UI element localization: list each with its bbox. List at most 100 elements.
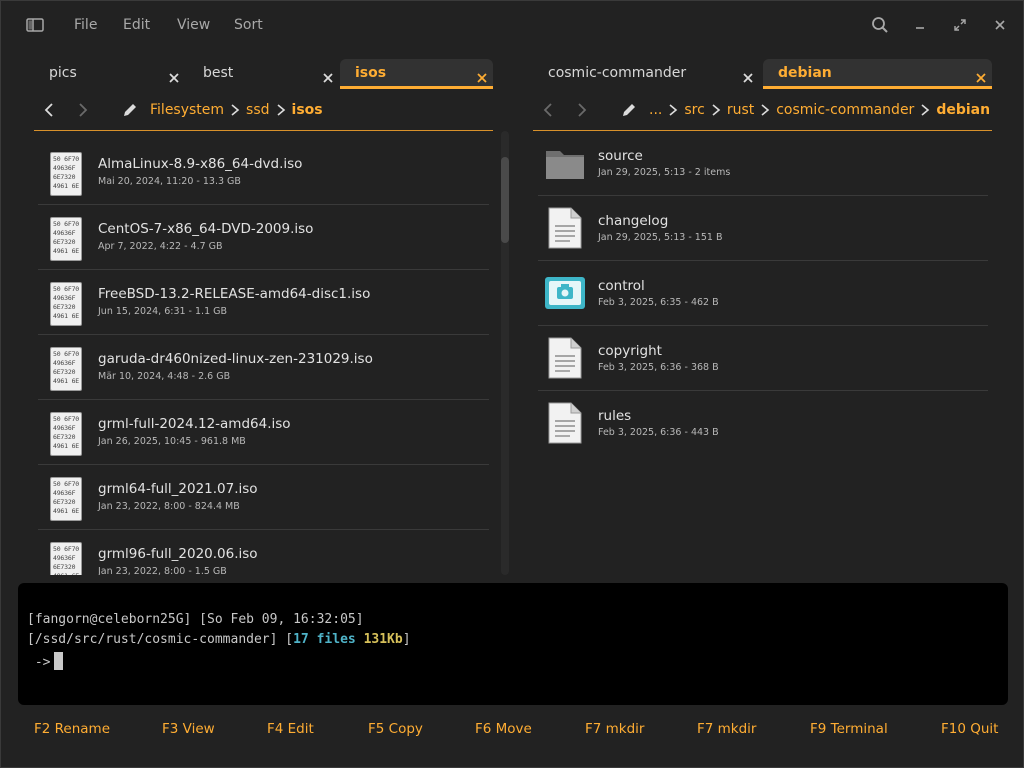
disc-image-file-icon: 50 6F7049636F6E73204961 6E bbox=[50, 217, 82, 261]
f10-quit-button[interactable]: F10 Quit bbox=[941, 721, 998, 737]
f7-mkdir-button-2[interactable]: F7 mkdir bbox=[697, 721, 756, 737]
icon-text: 50 6F70 bbox=[53, 220, 79, 228]
file-meta: Mai 20, 2024, 11:20 - 13.3 GB bbox=[98, 176, 241, 187]
breadcrumb-item[interactable]: ssd bbox=[246, 102, 269, 118]
file-row[interactable]: 50 6F70 49636F 6E7320 4961 6E grml64-full_20… bbox=[38, 465, 489, 530]
edit-path-icon[interactable] bbox=[121, 101, 139, 119]
breadcrumb-item[interactable]: ... bbox=[649, 102, 662, 118]
menu-edit[interactable]: Edit bbox=[123, 15, 150, 35]
file-name: changelog bbox=[598, 213, 669, 229]
icon-text: 50 6F70 bbox=[53, 285, 79, 293]
file-name: FreeBSD-13.2-RELEASE-amd64-disc1.iso bbox=[98, 286, 371, 302]
file-name: grml64-full_2021.07.iso bbox=[98, 481, 258, 497]
back-icon[interactable] bbox=[540, 101, 558, 119]
terminal[interactable]: [fangorn@celeborn25G] [So Feb 09, 16:32:… bbox=[18, 583, 1008, 705]
icon-text: 4961 6E bbox=[53, 312, 79, 320]
tab-pics[interactable]: pics bbox=[34, 59, 185, 89]
file-row[interactable]: 50 6F70 49636F 6E7320 4961 6E AlmaLinux-8.9-… bbox=[38, 141, 489, 205]
close-tab-icon[interactable] bbox=[167, 67, 181, 83]
right-tab-bar: cosmic-commander debian bbox=[533, 59, 992, 89]
file-row[interactable]: copyright Feb 3, 2025, 6:36 - 368 B bbox=[538, 326, 988, 391]
right-file-list: source Jan 29, 2025, 5:13 - 2 items change… bbox=[538, 131, 988, 451]
file-meta: Jan 23, 2022, 8:00 - 1.5 GB bbox=[98, 566, 227, 575]
tab-cosmic-commander[interactable]: cosmic-commander bbox=[533, 59, 759, 89]
file-name: grml-full-2024.12-amd64.iso bbox=[98, 416, 291, 432]
disc-image-file-icon: 50 6F7049636F6E73204961 6E bbox=[50, 542, 82, 575]
tab-best[interactable]: best bbox=[188, 59, 339, 89]
close-tab-icon[interactable] bbox=[321, 67, 335, 83]
icon-text: 49636F bbox=[53, 489, 76, 497]
maximize-icon[interactable] bbox=[950, 15, 970, 35]
back-icon[interactable] bbox=[41, 101, 59, 119]
text-file-icon bbox=[544, 206, 586, 250]
close-window-icon[interactable] bbox=[990, 15, 1010, 35]
breadcrumb-item[interactable]: cosmic-commander bbox=[776, 102, 914, 118]
menu-file[interactable]: File bbox=[74, 15, 97, 35]
search-icon[interactable] bbox=[870, 15, 890, 35]
tab-debian[interactable]: debian bbox=[763, 59, 992, 89]
f7-mkdir-button[interactable]: F7 mkdir bbox=[585, 721, 644, 737]
tab-label: best bbox=[203, 65, 234, 81]
breadcrumb-item[interactable]: debian bbox=[936, 102, 990, 118]
breadcrumb-item[interactable]: Filesystem bbox=[150, 102, 224, 118]
file-meta: Jan 29, 2025, 5:13 - 151 B bbox=[598, 232, 723, 243]
icon-text: 6E7320 bbox=[53, 498, 76, 506]
f2-rename-button[interactable]: F2 Rename bbox=[34, 721, 110, 737]
f9-terminal-button[interactable]: F9 Terminal bbox=[810, 721, 888, 737]
close-tab-icon[interactable] bbox=[974, 67, 988, 83]
f6-move-button[interactable]: F6 Move bbox=[475, 721, 532, 737]
file-row[interactable]: 50 6F70 49636F 6E7320 4961 6E FreeBSD-13.2-R… bbox=[38, 270, 489, 335]
file-row[interactable]: changelog Jan 29, 2025, 5:13 - 151 B bbox=[538, 196, 988, 261]
icon-text: 50 6F70 bbox=[53, 350, 79, 358]
forward-icon[interactable] bbox=[73, 101, 91, 119]
file-row[interactable]: 50 6F70 49636F 6E7320 4961 6E garuda-dr460ni… bbox=[38, 335, 489, 400]
file-row[interactable]: control Feb 3, 2025, 6:35 - 462 B bbox=[538, 261, 988, 326]
icon-text: 4961 6E bbox=[53, 182, 79, 190]
folder-icon bbox=[544, 141, 586, 185]
close-tab-icon[interactable] bbox=[741, 67, 755, 83]
icon-text: 4961 6E bbox=[53, 507, 79, 515]
icon-text: 50 6F70 bbox=[53, 155, 79, 163]
icon-text: 49636F bbox=[53, 554, 76, 562]
chevron-right-icon bbox=[666, 103, 680, 117]
sidebar-toggle-icon[interactable] bbox=[25, 15, 45, 35]
minimize-icon[interactable] bbox=[910, 15, 930, 35]
disc-image-file-icon: 50 6F7049636F6E73204961 6E bbox=[50, 152, 82, 196]
f4-edit-button[interactable]: F4 Edit bbox=[267, 721, 314, 737]
f5-copy-button[interactable]: F5 Copy bbox=[368, 721, 423, 737]
file-name: AlmaLinux-8.9-x86_64-dvd.iso bbox=[98, 156, 303, 172]
file-row[interactable]: 50 6F70 49636F 6E7320 4961 6E CentOS-7-x86_6… bbox=[38, 205, 489, 270]
icon-text: 6E7320 bbox=[53, 303, 76, 311]
edit-path-icon[interactable] bbox=[620, 101, 638, 119]
file-meta: Feb 3, 2025, 6:36 - 368 B bbox=[598, 362, 719, 373]
icon-text: 6E7320 bbox=[53, 238, 76, 246]
forward-icon[interactable] bbox=[572, 101, 590, 119]
file-row[interactable]: 50 6F70 49636F 6E7320 4961 6E grml-full-2024… bbox=[38, 400, 489, 465]
file-name: rules bbox=[598, 408, 632, 424]
terminal-size: 131Kb bbox=[363, 632, 403, 647]
file-name: control bbox=[598, 278, 645, 294]
f3-view-button[interactable]: F3 View bbox=[162, 721, 215, 737]
chevron-right-icon bbox=[918, 103, 932, 117]
breadcrumb-item[interactable]: src bbox=[684, 102, 704, 118]
text-file-icon bbox=[544, 336, 586, 380]
breadcrumb-item[interactable]: isos bbox=[292, 102, 323, 118]
file-row[interactable]: 50 6F7049636F6E73204961 6E grml96-full_20… bbox=[38, 530, 489, 575]
menu-view[interactable]: View bbox=[177, 15, 210, 35]
icon-text: 49636F bbox=[53, 229, 76, 237]
icon-text: 49636F bbox=[53, 164, 76, 172]
tab-isos[interactable]: isos bbox=[340, 59, 493, 89]
icon-text: 50 6F70 bbox=[53, 545, 79, 553]
scrollbar[interactable] bbox=[501, 131, 509, 575]
icon-text: 49636F bbox=[53, 294, 76, 302]
file-row[interactable]: source Jan 29, 2025, 5:13 - 2 items bbox=[538, 131, 988, 196]
image-file-icon bbox=[544, 271, 586, 315]
close-tab-icon[interactable] bbox=[475, 67, 489, 83]
menu-sort[interactable]: Sort bbox=[234, 15, 263, 35]
scroll-thumb[interactable] bbox=[501, 157, 509, 243]
icon-text: 6E7320 bbox=[53, 368, 76, 376]
terminal-prompt: -> bbox=[27, 655, 51, 670]
file-row[interactable]: rules Feb 3, 2025, 6:36 - 443 B bbox=[538, 391, 988, 451]
tab-label: debian bbox=[778, 65, 832, 81]
breadcrumb-item[interactable]: rust bbox=[727, 102, 754, 118]
